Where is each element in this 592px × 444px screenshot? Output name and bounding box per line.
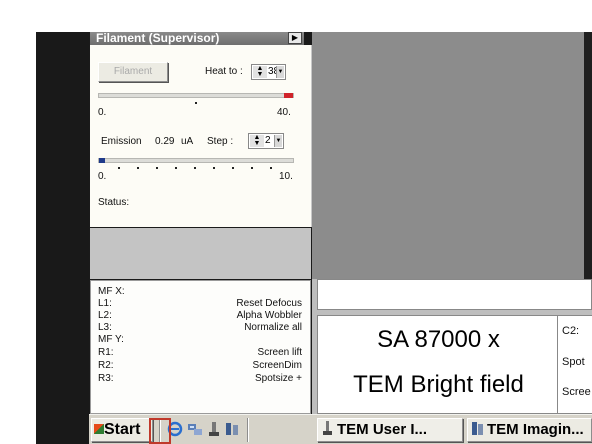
task-label: TEM User I... xyxy=(337,421,428,438)
heat-slider[interactable] xyxy=(98,93,294,98)
step-tick xyxy=(270,167,272,169)
step-indicator xyxy=(99,158,105,163)
image-viewport[interactable] xyxy=(312,32,584,279)
imaging-icon xyxy=(471,421,484,436)
filament-button[interactable]: Filament xyxy=(98,62,168,82)
mf-row-value: ScreenDim xyxy=(252,360,302,371)
imaging-mode-readout: TEM Bright field xyxy=(353,371,524,398)
c2-label: C2: xyxy=(562,325,580,337)
mf-row-value: Screen lift xyxy=(257,347,302,358)
step-tick xyxy=(118,167,120,169)
step-label: Step : xyxy=(207,136,234,147)
heat-scale-min: 0. xyxy=(98,107,107,118)
emission-value: 0.29 xyxy=(155,136,175,147)
mf-button-panel: MF X: L1: Reset Defocus L2: Alpha Wobble… xyxy=(90,280,311,414)
task-tem-user-interface[interactable]: TEM User I... xyxy=(317,418,463,442)
step-tick xyxy=(156,167,158,169)
dropdown-icon[interactable]: ▼ xyxy=(274,135,282,147)
step-spinner[interactable]: ▲ ▼ 2 ▼ xyxy=(248,133,284,149)
screen-bezel xyxy=(36,32,89,444)
mf-row-key: R1: xyxy=(98,347,114,358)
mf-row-key: R3: xyxy=(98,373,114,384)
magnification-readout: SA 87000 x xyxy=(377,326,500,353)
heat-to-spinner[interactable]: ▲ ▼ 38 ▼ xyxy=(251,64,286,80)
tem-icon[interactable] xyxy=(206,421,222,437)
mf-row-value: Reset Defocus xyxy=(236,298,302,309)
dropdown-icon[interactable]: ▼ xyxy=(276,66,284,78)
task-tem-imaging[interactable]: TEM Imagin... xyxy=(467,418,592,442)
side-info-panel: C2: Spot Scree xyxy=(558,315,592,414)
heat-tick xyxy=(195,102,197,104)
mf-row-key: R2: xyxy=(98,360,114,371)
mf-row-key: L1: xyxy=(98,298,112,309)
step-scale-max: 10. xyxy=(279,171,293,182)
step-tick xyxy=(194,167,196,169)
heat-scale-max: 40. xyxy=(277,107,291,118)
step-value: 2 xyxy=(265,135,271,146)
heat-indicator xyxy=(284,93,293,98)
mf-row-key: MF Y: xyxy=(98,334,124,345)
taskbar-separator xyxy=(247,418,249,442)
task-label: TEM Imagin... xyxy=(487,421,584,438)
step-slider[interactable] xyxy=(98,158,294,163)
start-label: Start xyxy=(104,421,141,438)
emission-unit: uA xyxy=(181,136,194,147)
windows-logo-icon xyxy=(94,424,104,434)
desktop-screen: Filament (Supervisor) ▶ Filament Heat to… xyxy=(36,32,592,444)
status-label: Status: xyxy=(98,197,130,208)
screen-label: Scree xyxy=(562,386,591,398)
step-tick xyxy=(213,167,215,169)
emission-label: Emission xyxy=(101,136,142,147)
empty-panel-area xyxy=(90,228,311,279)
mf-row-key: MF X: xyxy=(98,286,125,297)
spot-label: Spot xyxy=(562,356,585,368)
heat-to-label: Heat to : xyxy=(205,66,243,77)
step-tick xyxy=(137,167,139,169)
imaging-icon[interactable] xyxy=(224,421,240,437)
tem-icon xyxy=(321,421,334,436)
highlight-box xyxy=(149,418,171,444)
mf-row-key: L2: xyxy=(98,310,112,321)
network-icon[interactable] xyxy=(187,421,203,437)
microscope-info-panel: SA 87000 x TEM Bright field xyxy=(317,315,558,414)
mf-row-value: Spotsize + xyxy=(255,373,302,384)
filament-panel-title: Filament (Supervisor) xyxy=(90,32,304,45)
spinner-arrows-icon[interactable]: ▲ ▼ xyxy=(250,134,264,147)
step-tick xyxy=(175,167,177,169)
step-tick xyxy=(251,167,253,169)
right-arrow-icon[interactable]: ▶ xyxy=(288,32,302,44)
start-button[interactable]: Start xyxy=(91,418,153,442)
mf-row-key: L3: xyxy=(98,322,112,333)
spinner-arrows-icon[interactable]: ▲ ▼ xyxy=(253,65,267,78)
mf-row-value: Alpha Wobbler xyxy=(236,310,302,321)
step-scale-min: 0. xyxy=(98,171,107,182)
mf-row-value: Normalize all xyxy=(244,322,302,333)
message-strip xyxy=(317,279,592,310)
filament-panel: Filament Heat to : ▲ ▼ 38 ▼ 0. 40. Emissi… xyxy=(90,45,312,227)
step-tick xyxy=(232,167,234,169)
viewport-edge xyxy=(584,32,592,279)
